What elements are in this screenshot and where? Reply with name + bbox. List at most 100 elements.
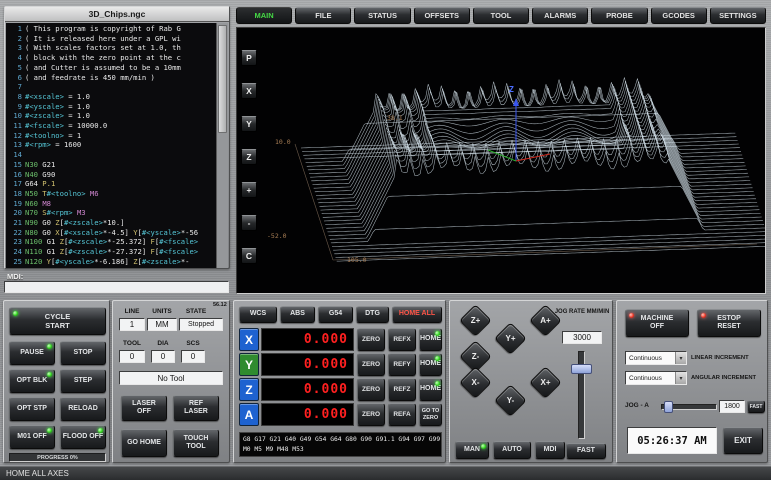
state-header: STATE (179, 308, 213, 315)
jog-x-plus-button[interactable]: X+ (529, 366, 562, 399)
tab-alarms[interactable]: ALARMS (532, 7, 588, 24)
angular-increment-select[interactable]: Continuous ▾ (625, 371, 687, 385)
gcode-scrollbar[interactable] (216, 23, 228, 268)
active-gcodes: G8 G17 G21 G40 G49 G54 G64 G80 G90 G91.1… (243, 435, 441, 445)
gcode-line: 6( and feedrate is 450 mm/min ) (8, 73, 217, 83)
auto-mode-button[interactable]: AUTO (493, 441, 531, 459)
step-button[interactable]: STEP (60, 369, 106, 393)
optional-block-button[interactable]: OPT BLK (9, 369, 55, 393)
tab-offsets[interactable]: OFFSETS (414, 7, 470, 24)
gcode-line: 22N80 G0 X[#<xscale>*-4.5] Y[#<yscale>*-… (8, 228, 217, 238)
jog-a-value[interactable]: 1800 (719, 400, 745, 413)
gcode-scrollbar-thumb[interactable] (218, 25, 227, 133)
axis-letter-y: Y (239, 353, 259, 376)
pause-label: PAUSE (20, 349, 44, 357)
touch-tool-label: TOUCH TOOL (179, 435, 213, 452)
man-mode-button[interactable]: MAN (455, 441, 489, 459)
linear-increment-select[interactable]: Continuous ▾ (625, 351, 687, 365)
reload-button[interactable]: RELOAD (60, 397, 106, 421)
exit-label: EXIT (734, 436, 752, 446)
home-y-led (435, 356, 440, 361)
jog-x-minus-label: X- (465, 372, 486, 393)
dro-value-z: 0.000 (261, 378, 354, 401)
gcode-line: 23N100 G1 Z[#<zscale>*-25.372] F[#<fscal… (8, 237, 217, 247)
flood-off-button[interactable]: FLOOD OFF (60, 425, 106, 449)
zero-y-button[interactable]: ZERO (357, 353, 385, 376)
preview-tool-x[interactable]: X (241, 83, 257, 99)
exit-button[interactable]: EXIT (723, 427, 763, 454)
mdi-mode-button[interactable]: MDI (535, 441, 565, 459)
preview-tool-zoom-out[interactable]: - (241, 215, 257, 231)
tab-status[interactable]: STATUS (354, 7, 410, 24)
m01-off-button[interactable]: M01 OFF (9, 425, 55, 449)
preview-tool-zoom-in[interactable]: + (241, 182, 257, 198)
preview-tool-y[interactable]: Y (241, 116, 257, 132)
ref-y-button[interactable]: REFY (388, 353, 416, 376)
man-led (481, 444, 486, 449)
ref-x-button[interactable]: REFX (388, 328, 416, 351)
go-home-button[interactable]: GO HOME (121, 429, 167, 457)
jog-rate-value[interactable]: 3000 (562, 331, 602, 344)
pause-button[interactable]: PAUSE (9, 341, 55, 365)
ref-a-button[interactable]: REFA (388, 403, 416, 426)
estop-reset-button[interactable]: ESTOP RESET (697, 309, 761, 337)
clock-display: 05:26:37 AM (627, 427, 717, 454)
jog-z-plus-button[interactable]: Z+ (459, 304, 492, 337)
jog-y-minus-button[interactable]: Y- (494, 384, 527, 417)
zero-x-button[interactable]: ZERO (357, 328, 385, 351)
jog-fast-button[interactable]: FAST (566, 443, 606, 459)
home-y-button[interactable]: HOME (419, 353, 442, 376)
opt-blk-label: OPT BLK (17, 377, 48, 385)
state-value: Stopped (179, 318, 223, 331)
laser-off-button[interactable]: LASER OFF (121, 395, 167, 421)
jog-a-fast-button[interactable]: FAST (747, 400, 765, 413)
touch-tool-button[interactable]: TOUCH TOOL (173, 429, 219, 457)
linear-increment-value: Continuous (629, 355, 662, 362)
gcode-line: 13#<rpm> = 1600 (8, 140, 217, 150)
gcode-line: 3( With scales factors set at 1.0, th (8, 43, 217, 53)
ref-laser-button[interactable]: REF LASER (173, 395, 219, 421)
gcode-line: 19N60 M8 (8, 199, 217, 209)
machine-off-button[interactable]: MACHINE OFF (625, 309, 689, 337)
zero-a-button[interactable]: ZERO (357, 403, 385, 426)
home-a-button[interactable]: GO TO ZERO (419, 403, 442, 426)
dropdown-arrow-icon[interactable]: ▾ (675, 372, 686, 384)
zero-z-button[interactable]: ZERO (357, 378, 385, 401)
tab-settings[interactable]: SETTINGS (710, 7, 766, 24)
gcode-line: 16N40 G90 (8, 170, 217, 180)
mdi-input[interactable] (4, 281, 229, 293)
dropdown-arrow-icon[interactable]: ▾ (675, 352, 686, 364)
tool-value: 0 (119, 350, 145, 363)
m01-led (47, 428, 52, 433)
m01-label: M01 OFF (17, 433, 47, 441)
tab-gcodes[interactable]: GCODES (651, 7, 707, 24)
stop-button[interactable]: STOP (60, 341, 106, 365)
preview-tool-clear[interactable]: C (241, 248, 257, 264)
tab-main[interactable]: MAIN (236, 7, 292, 24)
home-x-button[interactable]: HOME (419, 328, 442, 351)
jog-y-plus-button[interactable]: Y+ (494, 322, 527, 355)
machine-off-label: MACHINE OFF (640, 315, 674, 332)
preview-tool-z[interactable]: Z (241, 149, 257, 165)
jog-a-slider-thumb[interactable] (664, 401, 673, 413)
flood-label: FLOOD OFF (63, 433, 103, 441)
ref-z-button[interactable]: REFZ (388, 378, 416, 401)
axis-tick-label: 105.0 (347, 256, 367, 264)
tab-file[interactable]: FILE (295, 7, 351, 24)
tab-probe[interactable]: PROBE (591, 7, 647, 24)
home-z-button[interactable]: HOME (419, 378, 442, 401)
cycle-start-led (13, 311, 18, 316)
opt-blk-led (47, 372, 52, 377)
jog-rate-slider-thumb[interactable] (571, 364, 592, 374)
cycle-start-button[interactable]: CYCLE START (9, 307, 106, 335)
jog-x-minus-button[interactable]: X- (459, 366, 492, 399)
jog-fast-label: FAST (577, 447, 595, 455)
optional-stop-button[interactable]: OPT STP (9, 397, 55, 421)
tab-tool[interactable]: TOOL (473, 7, 529, 24)
scs-header: SCS (181, 340, 205, 347)
preview-tool-p[interactable]: P (241, 50, 257, 66)
line-value: 1 (119, 318, 145, 331)
gcode-listing[interactable]: 1( This program is copyright of Rab G2( … (6, 23, 217, 268)
jog-a-label: JOG - A (625, 402, 649, 409)
mdi-label: MDI: (7, 272, 23, 281)
